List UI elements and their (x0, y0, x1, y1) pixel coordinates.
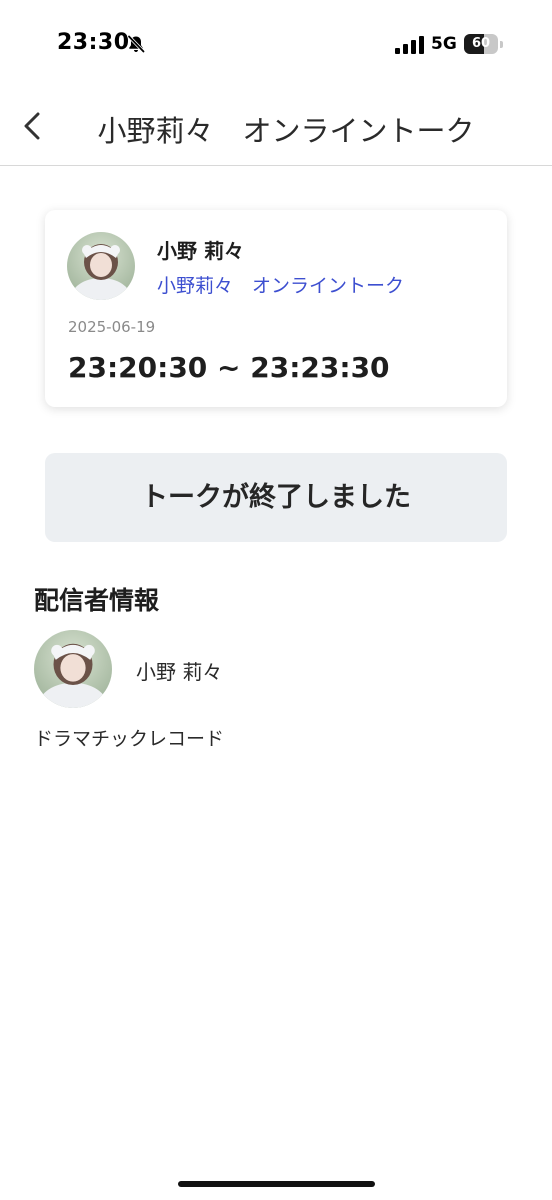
distributor-name[interactable]: 小野 莉々 (136, 656, 222, 685)
distributor-label: ドラマチックレコード (34, 728, 225, 750)
chevron-left-icon (14, 106, 54, 146)
section-title-distributor: 配信者情報 (34, 586, 160, 615)
talk-ended-button: トークが終了しました (45, 453, 507, 542)
status-bar: 23:30 5G 60 (0, 0, 552, 90)
performer-name: 小野 莉々 (157, 239, 244, 263)
nav-header: 小野莉々 オンライントーク (0, 90, 552, 166)
avatar (67, 232, 135, 300)
home-indicator[interactable] (178, 1181, 375, 1187)
event-title-link[interactable]: 小野莉々 オンライントーク (157, 271, 404, 298)
event-date: 2025-06-19 (68, 318, 156, 336)
battery-percentage: 60 (471, 36, 491, 51)
distributor-avatar[interactable] (34, 630, 112, 708)
status-time: 23:30 (57, 30, 130, 55)
event-time-range: 23:20:30 ~ 23:23:30 (68, 351, 390, 384)
event-card: 小野 莉々 小野莉々 オンライントーク 2025-06-19 23:20:30 … (45, 210, 507, 407)
network-type: 5G (431, 34, 457, 54)
page-title: 小野莉々 オンライントーク (97, 114, 475, 148)
bell-slash-icon (126, 34, 146, 54)
battery-icon: 60 (464, 34, 504, 54)
signal-icon (395, 36, 425, 54)
back-button[interactable] (14, 106, 54, 146)
